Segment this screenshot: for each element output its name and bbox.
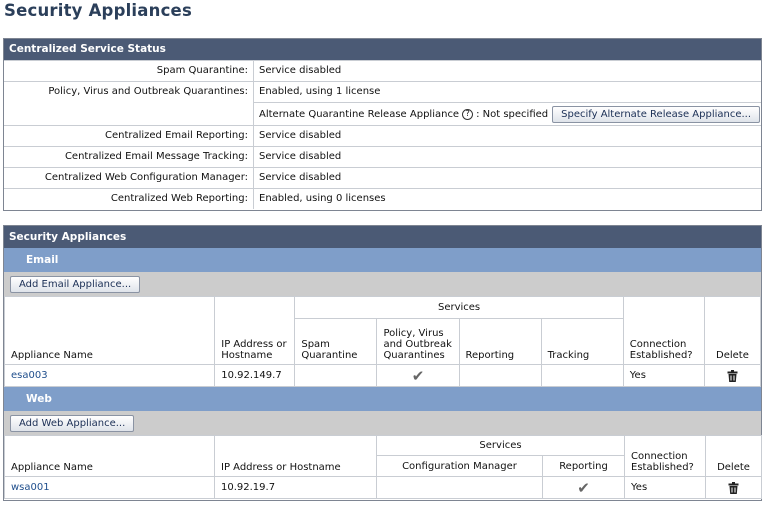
column-header-delete: Delete xyxy=(705,435,763,477)
add-email-appliance-button[interactable]: Add Email Appliance... xyxy=(10,275,141,293)
column-header-appliance-name: Appliance Name xyxy=(4,435,215,477)
status-row-message-tracking: Centralized Email Message Tracking: Serv… xyxy=(4,146,761,167)
column-header-appliance-name: Appliance Name xyxy=(3,296,216,365)
status-label: Policy, Virus and Outbreak Quarantines: xyxy=(4,82,254,125)
column-header-pvo-quarantines: Policy, Virus and Outbreak Quarantines xyxy=(376,318,460,365)
status-label: Spam Quarantine: xyxy=(4,61,254,81)
status-value: Enabled, using 1 license xyxy=(259,86,381,97)
status-value: Service disabled xyxy=(259,172,342,183)
trash-icon[interactable] xyxy=(727,369,738,382)
email-appliances-table: Appliance Name IP Address or Hostname Se… xyxy=(3,296,762,387)
column-header-services: Services xyxy=(375,435,626,456)
status-value: Service disabled xyxy=(259,65,342,76)
service-tracking xyxy=(540,364,624,387)
add-web-appliance-button[interactable]: Add Web Appliance... xyxy=(10,414,135,432)
status-value: Enabled, using 0 licenses xyxy=(259,193,386,204)
column-header-delete: Delete xyxy=(703,296,762,365)
appliance-ip: 10.92.149.7 xyxy=(214,364,296,387)
column-header-tracking: Tracking xyxy=(540,318,624,365)
status-label: Centralized Email Message Tracking: xyxy=(4,147,254,167)
specify-alternate-release-appliance-button[interactable]: Specify Alternate Release Appliance... xyxy=(552,105,761,123)
status-panel-header: Centralized Service Status xyxy=(4,39,761,60)
appliance-link-esa003[interactable]: esa003 xyxy=(11,370,48,381)
appliance-ip: 10.92.19.7 xyxy=(214,476,377,499)
column-header-connection-established: Connection Established? xyxy=(624,435,707,477)
service-reporting xyxy=(458,364,542,387)
status-row-web-reporting: Centralized Web Reporting: Enabled, usin… xyxy=(4,188,761,209)
web-toolbar: Add Web Appliance... xyxy=(4,411,761,435)
connection-status: Yes xyxy=(622,364,705,387)
security-appliances-panel: Security Appliances Email Add Email Appl… xyxy=(3,225,763,501)
table-row: esa003 10.92.149.7 ✔ Yes xyxy=(3,364,762,387)
help-icon[interactable]: ? xyxy=(462,108,474,120)
web-section-header: Web xyxy=(4,387,761,411)
status-label: Centralized Email Reporting: xyxy=(4,126,254,146)
status-row-web-config-manager: Centralized Web Configuration Manager: S… xyxy=(4,167,761,188)
status-value: Service disabled xyxy=(259,151,342,162)
status-row-spam: Spam Quarantine: Service disabled xyxy=(4,60,761,81)
email-section-header: Email xyxy=(4,248,761,272)
checkmark-icon: ✔ xyxy=(411,366,425,385)
connection-status: Yes xyxy=(624,476,707,499)
status-row-pvo-quarantines: Policy, Virus and Outbreak Quarantines: … xyxy=(4,81,761,125)
column-header-ip-address: IP Address or Hostname xyxy=(214,435,377,477)
status-label: Centralized Web Configuration Manager: xyxy=(4,168,254,188)
appliance-link-wsa001[interactable]: wsa001 xyxy=(11,482,50,493)
appliances-panel-header: Security Appliances xyxy=(4,226,761,248)
column-header-spam-quarantine: Spam Quarantine xyxy=(294,318,378,365)
web-appliances-table: Appliance Name IP Address or Hostname Se… xyxy=(4,435,763,499)
service-configuration-manager xyxy=(376,476,543,499)
status-label: Centralized Web Reporting: xyxy=(4,189,254,209)
service-spam-quarantine xyxy=(294,364,378,387)
trash-icon[interactable] xyxy=(728,481,739,494)
column-header-reporting: Reporting xyxy=(458,318,542,365)
column-header-ip-address: IP Address or Hostname xyxy=(214,296,296,365)
table-row: wsa001 10.92.19.7 ✔ Yes xyxy=(4,476,763,499)
column-header-services: Services xyxy=(294,296,624,319)
checkmark-icon: ✔ xyxy=(577,478,590,497)
page-title: Security Appliances xyxy=(4,1,192,20)
alternate-release-row: Alternate Quarantine Release Appliance ?… xyxy=(254,102,761,125)
alternate-release-value: : Not specified xyxy=(476,108,549,120)
column-header-connection-established: Connection Established? xyxy=(622,296,705,365)
centralized-service-status-panel: Centralized Service Status Spam Quaranti… xyxy=(3,38,762,211)
alternate-release-label: Alternate Quarantine Release Appliance xyxy=(259,108,460,120)
email-toolbar: Add Email Appliance... xyxy=(4,272,761,296)
status-value: Service disabled xyxy=(259,130,342,141)
status-row-email-reporting: Centralized Email Reporting: Service dis… xyxy=(4,125,761,146)
column-header-configuration-manager: Configuration Manager xyxy=(376,455,543,477)
column-header-reporting: Reporting xyxy=(541,455,626,477)
